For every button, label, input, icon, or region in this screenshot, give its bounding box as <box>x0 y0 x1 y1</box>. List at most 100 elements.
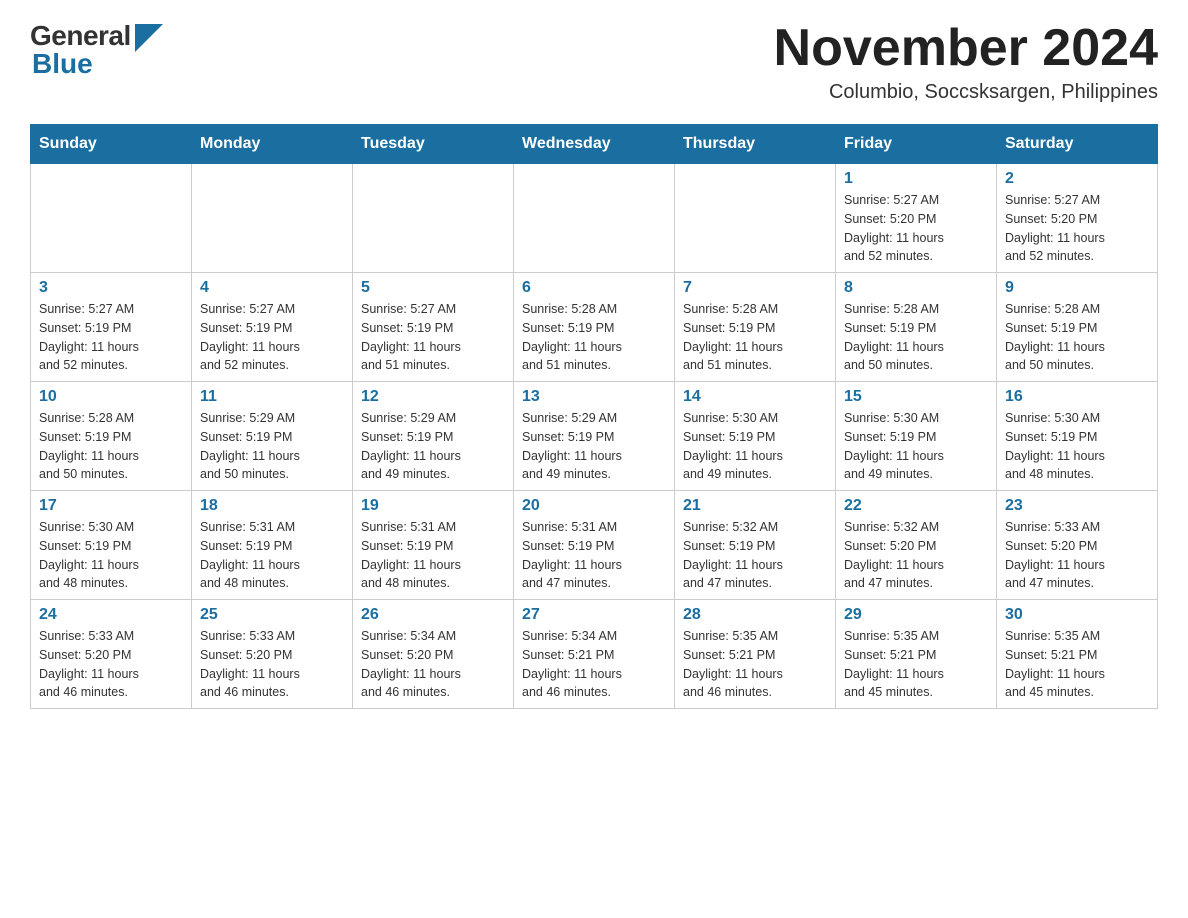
weekday-header-row: SundayMondayTuesdayWednesdayThursdayFrid… <box>31 125 1158 164</box>
day-number: 23 <box>1005 497 1149 515</box>
calendar-cell: 27 Sunrise: 5:34 AM Sunset: 5:21 PM Dayli… <box>514 600 675 709</box>
calendar-cell: 12 Sunrise: 5:29 AM Sunset: 5:19 PM Dayli… <box>353 382 514 491</box>
day-number: 17 <box>39 497 183 515</box>
day-number: 4 <box>200 279 344 297</box>
weekday-header-monday: Monday <box>192 125 353 164</box>
day-number: 21 <box>683 497 827 515</box>
day-info: Sunrise: 5:30 AM Sunset: 5:19 PM Dayligh… <box>1005 409 1149 484</box>
day-number: 11 <box>200 388 344 406</box>
calendar-cell: 20 Sunrise: 5:31 AM Sunset: 5:19 PM Dayli… <box>514 491 675 600</box>
day-number: 24 <box>39 606 183 624</box>
calendar-cell: 3Sunrise: 5:27 AM Sunset: 5:19 PM Daylig… <box>31 273 192 382</box>
calendar-cell: 19Sunrise: 5:31 AM Sunset: 5:19 PM Dayli… <box>353 491 514 600</box>
calendar-cell: 15Sunrise: 5:30 AM Sunset: 5:19 PM Dayli… <box>836 382 997 491</box>
day-info: Sunrise: 5:32 AM Sunset: 5:19 PM Dayligh… <box>683 518 827 593</box>
month-title: November 2024 <box>774 20 1158 77</box>
calendar-week-row: 3Sunrise: 5:27 AM Sunset: 5:19 PM Daylig… <box>31 273 1158 382</box>
calendar-cell: 2Sunrise: 5:27 AM Sunset: 5:20 PM Daylig… <box>997 164 1158 273</box>
calendar-cell <box>675 164 836 273</box>
day-number: 5 <box>361 279 505 297</box>
day-info: Sunrise: 5:30 AM Sunset: 5:19 PM Dayligh… <box>39 518 183 593</box>
calendar-cell: 22Sunrise: 5:32 AM Sunset: 5:20 PM Dayli… <box>836 491 997 600</box>
calendar-week-row: 17 Sunrise: 5:30 AM Sunset: 5:19 PM Dayli… <box>31 491 1158 600</box>
calendar-cell: 30Sunrise: 5:35 AM Sunset: 5:21 PM Dayli… <box>997 600 1158 709</box>
day-info: Sunrise: 5:35 AM Sunset: 5:21 PM Dayligh… <box>844 627 988 702</box>
day-info: Sunrise: 5:27 AM Sunset: 5:20 PM Dayligh… <box>1005 191 1149 266</box>
location-text: Columbio, Soccsksargen, Philippines <box>774 81 1158 104</box>
calendar-cell: 29 Sunrise: 5:35 AM Sunset: 5:21 PM Dayli… <box>836 600 997 709</box>
day-number: 30 <box>1005 606 1149 624</box>
calendar-cell: 5 Sunrise: 5:27 AM Sunset: 5:19 PM Daylig… <box>353 273 514 382</box>
weekday-header-sunday: Sunday <box>31 125 192 164</box>
logo: General Blue <box>30 20 163 80</box>
day-info: Sunrise: 5:28 AM Sunset: 5:19 PM Dayligh… <box>683 300 827 375</box>
title-section: November 2024 Columbio, Soccsksargen, Ph… <box>774 20 1158 104</box>
calendar-cell <box>31 164 192 273</box>
calendar-cell: 28 Sunrise: 5:35 AM Sunset: 5:21 PM Dayli… <box>675 600 836 709</box>
day-number: 19 <box>361 497 505 515</box>
day-number: 8 <box>844 279 988 297</box>
day-number: 28 <box>683 606 827 624</box>
calendar-cell: 7 Sunrise: 5:28 AM Sunset: 5:19 PM Daylig… <box>675 273 836 382</box>
day-number: 7 <box>683 279 827 297</box>
day-number: 20 <box>522 497 666 515</box>
calendar-cell: 1 Sunrise: 5:27 AM Sunset: 5:20 PM Daylig… <box>836 164 997 273</box>
calendar-cell: 21 Sunrise: 5:32 AM Sunset: 5:19 PM Dayli… <box>675 491 836 600</box>
calendar-cell: 24 Sunrise: 5:33 AM Sunset: 5:20 PM Dayli… <box>31 600 192 709</box>
day-info: Sunrise: 5:27 AM Sunset: 5:19 PM Dayligh… <box>39 300 183 375</box>
calendar-cell <box>353 164 514 273</box>
day-info: Sunrise: 5:31 AM Sunset: 5:19 PM Dayligh… <box>200 518 344 593</box>
day-info: Sunrise: 5:34 AM Sunset: 5:20 PM Dayligh… <box>361 627 505 702</box>
day-info: Sunrise: 5:28 AM Sunset: 5:19 PM Dayligh… <box>522 300 666 375</box>
day-info: Sunrise: 5:27 AM Sunset: 5:20 PM Dayligh… <box>844 191 988 266</box>
day-info: Sunrise: 5:35 AM Sunset: 5:21 PM Dayligh… <box>683 627 827 702</box>
day-number: 6 <box>522 279 666 297</box>
day-number: 27 <box>522 606 666 624</box>
day-number: 26 <box>361 606 505 624</box>
calendar-cell: 9 Sunrise: 5:28 AM Sunset: 5:19 PM Daylig… <box>997 273 1158 382</box>
day-number: 12 <box>361 388 505 406</box>
calendar-week-row: 10 Sunrise: 5:28 AM Sunset: 5:19 PM Dayli… <box>31 382 1158 491</box>
day-info: Sunrise: 5:33 AM Sunset: 5:20 PM Dayligh… <box>39 627 183 702</box>
weekday-header-thursday: Thursday <box>675 125 836 164</box>
weekday-header-wednesday: Wednesday <box>514 125 675 164</box>
logo-blue-text: Blue <box>32 48 93 80</box>
day-number: 10 <box>39 388 183 406</box>
day-number: 13 <box>522 388 666 406</box>
calendar-cell: 25 Sunrise: 5:33 AM Sunset: 5:20 PM Dayli… <box>192 600 353 709</box>
day-info: Sunrise: 5:31 AM Sunset: 5:19 PM Dayligh… <box>522 518 666 593</box>
day-info: Sunrise: 5:28 AM Sunset: 5:19 PM Dayligh… <box>1005 300 1149 375</box>
calendar-cell <box>514 164 675 273</box>
calendar-cell: 4Sunrise: 5:27 AM Sunset: 5:19 PM Daylig… <box>192 273 353 382</box>
day-info: Sunrise: 5:28 AM Sunset: 5:19 PM Dayligh… <box>39 409 183 484</box>
day-info: Sunrise: 5:33 AM Sunset: 5:20 PM Dayligh… <box>200 627 344 702</box>
calendar-cell: 17 Sunrise: 5:30 AM Sunset: 5:19 PM Dayli… <box>31 491 192 600</box>
calendar-cell <box>192 164 353 273</box>
calendar-cell: 13 Sunrise: 5:29 AM Sunset: 5:19 PM Dayli… <box>514 382 675 491</box>
calendar-cell: 10 Sunrise: 5:28 AM Sunset: 5:19 PM Dayli… <box>31 382 192 491</box>
day-info: Sunrise: 5:33 AM Sunset: 5:20 PM Dayligh… <box>1005 518 1149 593</box>
calendar-cell: 18 Sunrise: 5:31 AM Sunset: 5:19 PM Dayli… <box>192 491 353 600</box>
calendar-cell: 23 Sunrise: 5:33 AM Sunset: 5:20 PM Dayli… <box>997 491 1158 600</box>
day-info: Sunrise: 5:29 AM Sunset: 5:19 PM Dayligh… <box>361 409 505 484</box>
day-info: Sunrise: 5:34 AM Sunset: 5:21 PM Dayligh… <box>522 627 666 702</box>
day-info: Sunrise: 5:29 AM Sunset: 5:19 PM Dayligh… <box>200 409 344 484</box>
day-number: 14 <box>683 388 827 406</box>
calendar-week-row: 24 Sunrise: 5:33 AM Sunset: 5:20 PM Dayli… <box>31 600 1158 709</box>
day-number: 29 <box>844 606 988 624</box>
day-number: 25 <box>200 606 344 624</box>
calendar-cell: 26 Sunrise: 5:34 AM Sunset: 5:20 PM Dayli… <box>353 600 514 709</box>
day-number: 22 <box>844 497 988 515</box>
day-info: Sunrise: 5:28 AM Sunset: 5:19 PM Dayligh… <box>844 300 988 375</box>
page-header: General Blue November 2024 Columbio, Soc… <box>30 20 1158 104</box>
day-info: Sunrise: 5:27 AM Sunset: 5:19 PM Dayligh… <box>361 300 505 375</box>
weekday-header-tuesday: Tuesday <box>353 125 514 164</box>
day-info: Sunrise: 5:29 AM Sunset: 5:19 PM Dayligh… <box>522 409 666 484</box>
day-number: 1 <box>844 170 988 188</box>
day-number: 18 <box>200 497 344 515</box>
day-number: 9 <box>1005 279 1149 297</box>
calendar-cell: 8 Sunrise: 5:28 AM Sunset: 5:19 PM Daylig… <box>836 273 997 382</box>
day-number: 15 <box>844 388 988 406</box>
weekday-header-saturday: Saturday <box>997 125 1158 164</box>
calendar-cell: 11 Sunrise: 5:29 AM Sunset: 5:19 PM Dayli… <box>192 382 353 491</box>
